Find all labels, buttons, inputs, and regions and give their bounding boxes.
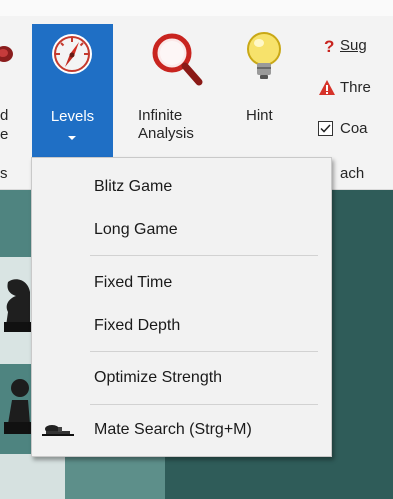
black-knight-piece-icon[interactable] [2,274,32,334]
menu-item-mate-search[interactable]: Mate Search (Strg+M) [32,411,331,449]
menu-item-label: Fixed Depth [94,317,181,334]
levels-dropdown-menu: Blitz Game Long Game Fixed Time Fixed De… [31,157,332,457]
magnifier-icon [152,33,203,86]
svg-text:?: ? [324,37,334,55]
partial-group-label: s [0,165,8,182]
menu-separator [90,255,318,256]
partial-button-label-2: e [0,126,9,143]
board-square [65,454,165,499]
threat-label: Thre [340,79,371,96]
hint-button[interactable]: Hint [234,24,292,158]
coach-checkbox[interactable]: Coa [318,117,393,143]
levels-dial-icon [52,34,92,74]
menu-item-label: Optimize Strength [94,369,223,386]
menu-item-optimize-strength[interactable]: Optimize Strength [32,359,331,397]
infinite-analysis-button[interactable]: Infinite Analysis [130,24,225,158]
levels-button[interactable]: Levels [32,24,113,158]
checkbox-checked-icon[interactable] [318,121,333,136]
menu-item-label: Fixed Time [94,274,173,291]
menu-item-blitz-game[interactable]: Blitz Game [32,168,331,206]
question-mark-icon: ? [324,37,334,55]
partial-ribbon-icon[interactable] [0,43,14,65]
infinite-analysis-label-line2: Analysis [138,125,194,142]
coach-group-label: ach [340,165,365,182]
partial-button-label-1: d [0,107,9,124]
lightbulb-icon [247,32,281,79]
black-pawn-piece-icon[interactable] [4,376,32,436]
levels-label: Levels [50,108,95,125]
menu-item-long-game[interactable]: Long Game [32,211,331,249]
hint-label: Hint [246,107,273,124]
coach-label: Coa [340,120,368,137]
warning-icon [319,80,335,95]
board-square-light [0,454,65,499]
suggest-move-label: Sug [340,37,367,54]
menu-item-fixed-time[interactable]: Fixed Time [32,264,331,302]
menu-item-label: Mate Search (Strg+M) [94,421,252,438]
chevron-down-icon [68,136,76,140]
suggest-move-button[interactable]: ? Sug [318,34,393,60]
infinite-analysis-label-line1: Infinite [138,107,183,124]
threat-button[interactable]: Thre [318,76,393,102]
menu-item-label: Long Game [94,221,178,238]
menu-separator [90,404,318,405]
menu-item-label: Blitz Game [94,178,173,195]
menu-item-fixed-depth[interactable]: Fixed Depth [32,307,331,345]
ribbon-tab-strip [0,0,393,16]
mate-search-piece-icon [42,425,74,436]
menu-separator [90,351,318,352]
